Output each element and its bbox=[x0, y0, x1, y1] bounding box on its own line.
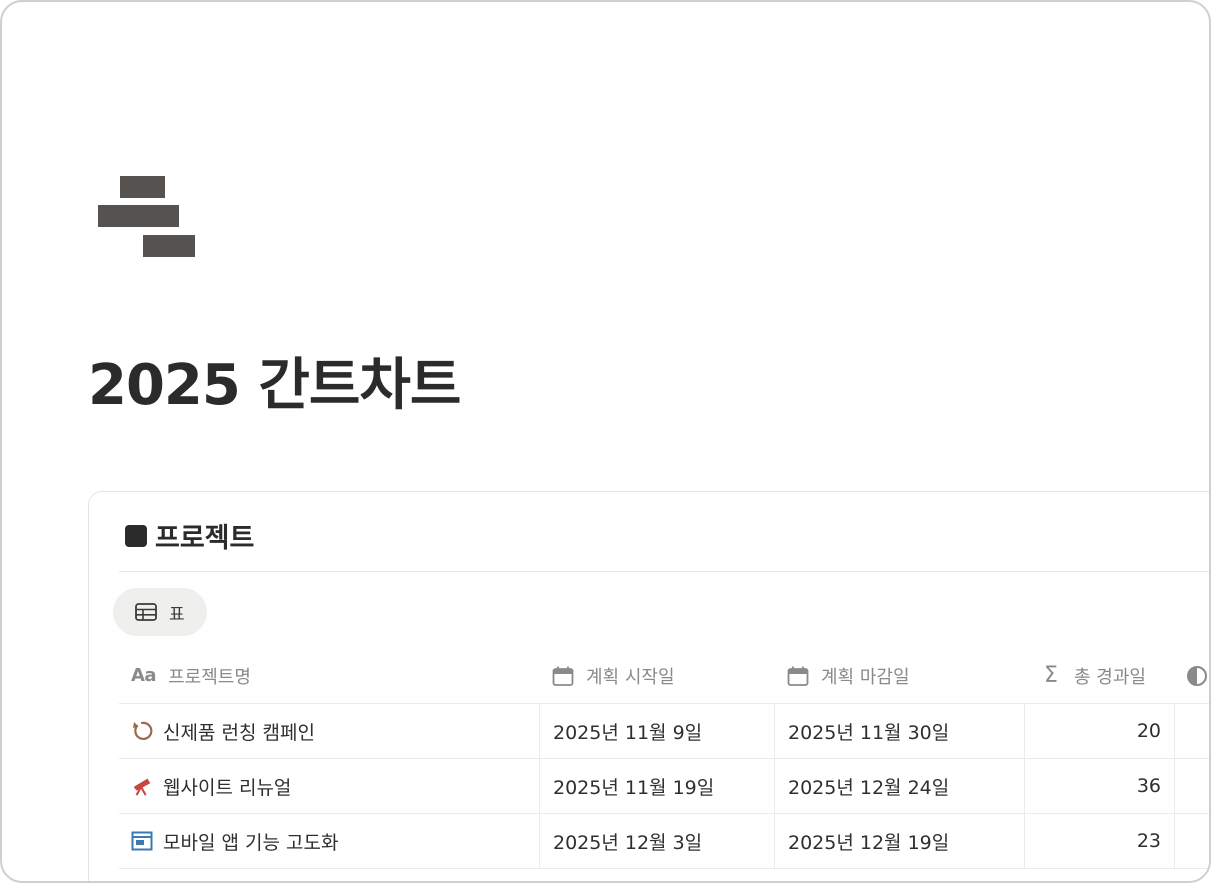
column-header-progress[interactable] bbox=[1174, 648, 1209, 703]
table-row[interactable]: 신제품 런칭 캠페인 2025년 11월 9일 2025년 11월 30일 20 bbox=[119, 704, 1209, 759]
view-tab-label: 표 bbox=[169, 604, 185, 625]
row-start-cell[interactable]: 2025년 11월 19일 bbox=[539, 759, 774, 813]
database-header: 프로젝트 bbox=[125, 516, 254, 555]
table-header-row: Aa 프로젝트명 계획 시작일 계획 마감일 Σ 총 경과일 bbox=[119, 648, 1209, 704]
page-title[interactable]: 2025 간트차트 bbox=[88, 340, 461, 421]
row-end-cell[interactable]: 2025년 11월 30일 bbox=[774, 704, 1024, 758]
column-label: 총 경과일 bbox=[1074, 666, 1146, 688]
calendar-icon bbox=[552, 665, 574, 687]
gantt-bars-icon[interactable] bbox=[98, 176, 198, 260]
column-label: 프로젝트명 bbox=[168, 666, 251, 688]
calendar-icon bbox=[787, 665, 809, 687]
row-progress-cell[interactable] bbox=[1174, 814, 1209, 868]
row-days-cell[interactable]: 23 bbox=[1024, 814, 1174, 868]
row-name: 모바일 앱 기능 고도화 bbox=[163, 831, 339, 854]
row-name: 웹사이트 리뉴얼 bbox=[163, 776, 292, 799]
column-header-name[interactable]: Aa 프로젝트명 bbox=[119, 648, 539, 703]
column-label: 계획 시작일 bbox=[586, 666, 675, 688]
row-end-cell[interactable]: 2025년 12월 24일 bbox=[774, 759, 1024, 813]
column-label: 계획 마감일 bbox=[821, 666, 910, 688]
column-header-end[interactable]: 계획 마감일 bbox=[774, 648, 1024, 703]
browser-window-icon bbox=[131, 830, 153, 852]
row-progress-cell[interactable] bbox=[1174, 704, 1209, 758]
sigma-icon: Σ bbox=[1044, 663, 1058, 688]
row-start-cell[interactable]: 2025년 12월 3일 bbox=[539, 814, 774, 868]
table-icon bbox=[135, 601, 157, 623]
view-tab-table[interactable]: 표 bbox=[113, 588, 207, 636]
database-title[interactable]: 프로젝트 bbox=[155, 516, 254, 555]
database-block: 프로젝트 표 Aa 프로젝트명 계획 시작일 계획 마감일 Σ 총 경과일 신제… bbox=[88, 491, 1209, 881]
row-days-cell[interactable]: 36 bbox=[1024, 759, 1174, 813]
column-header-days[interactable]: Σ 총 경과일 bbox=[1024, 648, 1174, 703]
divider bbox=[119, 571, 1209, 572]
row-days-cell[interactable]: 20 bbox=[1024, 704, 1174, 758]
row-start-cell[interactable]: 2025년 11월 9일 bbox=[539, 704, 774, 758]
app-window: 2025 간트차트 프로젝트 표 Aa 프로젝트명 계획 시작일 계획 마감일 … bbox=[0, 0, 1211, 883]
row-name-cell[interactable]: 웹사이트 리뉴얼 bbox=[119, 759, 539, 813]
database-table: Aa 프로젝트명 계획 시작일 계획 마감일 Σ 총 경과일 신제품 런칭 캠페… bbox=[119, 648, 1209, 869]
progress-circle-icon bbox=[1186, 665, 1208, 687]
row-end-cell[interactable]: 2025년 12월 19일 bbox=[774, 814, 1024, 868]
column-header-start[interactable]: 계획 시작일 bbox=[539, 648, 774, 703]
telescope-icon bbox=[131, 775, 153, 797]
square-icon bbox=[125, 524, 147, 547]
row-name-cell[interactable]: 모바일 앱 기능 고도화 bbox=[119, 814, 539, 868]
row-name-cell[interactable]: 신제품 런칭 캠페인 bbox=[119, 704, 539, 758]
table-row[interactable]: 웹사이트 리뉴얼 2025년 11월 19일 2025년 12월 24일 36 bbox=[119, 759, 1209, 814]
row-name: 신제품 런칭 캠페인 bbox=[163, 721, 315, 744]
text-property-icon: Aa bbox=[131, 665, 157, 686]
table-row[interactable]: 모바일 앱 기능 고도화 2025년 12월 3일 2025년 12월 19일 … bbox=[119, 814, 1209, 869]
refresh-arrow-icon bbox=[131, 720, 153, 742]
row-progress-cell[interactable] bbox=[1174, 759, 1209, 813]
